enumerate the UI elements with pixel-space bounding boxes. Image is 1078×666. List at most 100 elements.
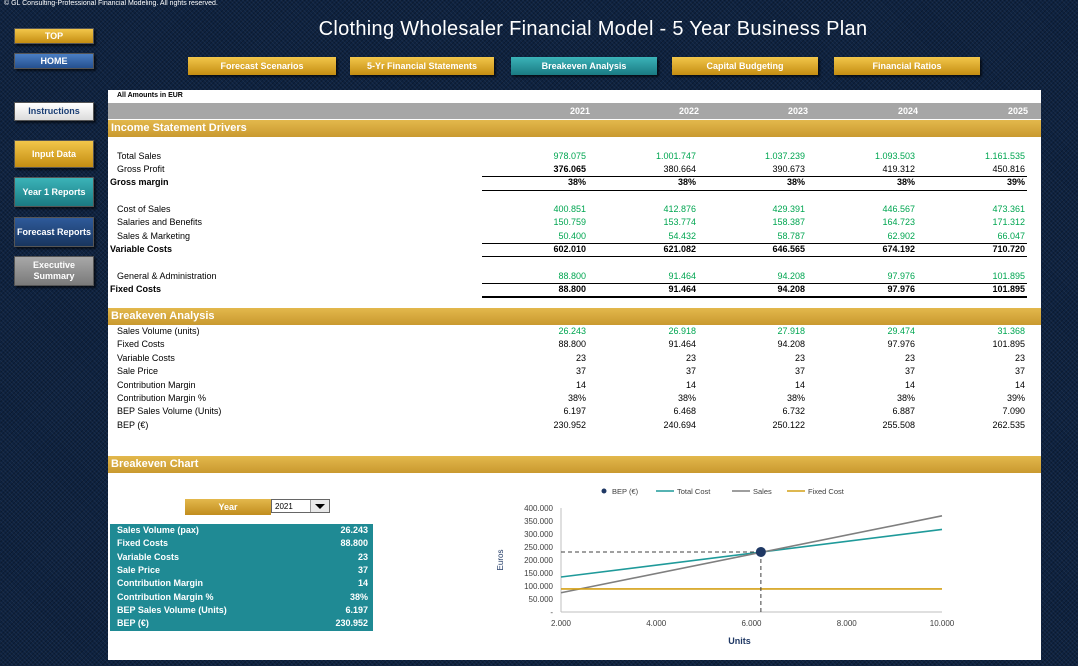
cell: 419.312 bbox=[882, 164, 915, 174]
series-line-sales bbox=[560, 515, 943, 594]
divider bbox=[482, 190, 1027, 191]
cell: 250.122 bbox=[772, 419, 805, 430]
cell: 27.918 bbox=[777, 326, 805, 336]
cell: 91.464 bbox=[668, 339, 696, 350]
breakeven-row: Sales Volume (units) 26.243 26.918 27.918 29… bbox=[108, 325, 1041, 338]
breakeven-row: Contribution Margin % 38% 38% 38% 38% 39% bbox=[108, 392, 1041, 405]
cell: 450.816 bbox=[992, 164, 1025, 174]
y-axis-label: Euros bbox=[496, 550, 505, 571]
cell: 31.368 bbox=[997, 326, 1025, 336]
cell: 97.976 bbox=[887, 339, 915, 350]
cell: 91.464 bbox=[668, 271, 696, 281]
cell: 38% bbox=[567, 393, 586, 403]
row-label: Contribution Margin bbox=[117, 379, 196, 390]
cell: 101.895 bbox=[992, 271, 1025, 281]
cell: 37 bbox=[1014, 366, 1025, 377]
cell: 38% bbox=[567, 177, 586, 187]
y-tick-label: 250.000 bbox=[524, 543, 553, 552]
gross-profit-row: Gross Profit 376.065 380.664 390.673 419… bbox=[108, 163, 1041, 176]
year-header-cell: 2024 bbox=[897, 106, 918, 116]
summary-label: Variable Costs bbox=[117, 551, 180, 562]
cell: 390.673 bbox=[772, 164, 805, 174]
cell: 101.895 bbox=[992, 339, 1025, 350]
summary-row: BEP (€) 230.952 bbox=[110, 617, 373, 630]
summary-label: Fixed Costs bbox=[117, 538, 169, 549]
cell: 66.047 bbox=[997, 231, 1025, 241]
row-label: BEP (€) bbox=[117, 419, 149, 430]
cell: 6.887 bbox=[892, 406, 915, 417]
year-header-cell: 2025 bbox=[1007, 106, 1028, 116]
breakeven-row: BEP (€) 230.952 240.694 250.122 255.508 262.5… bbox=[108, 419, 1041, 432]
cell: 37 bbox=[904, 366, 915, 377]
cell: 37 bbox=[794, 366, 805, 377]
cell: 54.432 bbox=[668, 231, 696, 241]
chevron-down-icon[interactable] bbox=[310, 500, 329, 512]
summary-label: Sale Price bbox=[117, 564, 161, 575]
year1-reports-button[interactable]: Year 1 Reports bbox=[14, 177, 94, 207]
amounts-label: All Amounts in EUR bbox=[117, 92, 183, 99]
summary-value: 88.800 bbox=[340, 538, 368, 549]
y-tick-label: 150.000 bbox=[524, 569, 553, 578]
breakeven-row: Variable Costs 23 23 23 23 23 bbox=[108, 352, 1041, 365]
cell: 429.391 bbox=[772, 204, 805, 214]
cell: 38% bbox=[896, 177, 915, 187]
legend-label: Total Cost bbox=[677, 487, 711, 496]
divider bbox=[482, 296, 1027, 298]
series-line-total-cost bbox=[560, 528, 943, 578]
breakeven-section-header: Breakeven Analysis bbox=[108, 308, 1041, 325]
salaries-row: Salaries and Benefits 150.759 153.774 15… bbox=[108, 216, 1041, 229]
executive-summary-button[interactable]: Executive Summary bbox=[14, 256, 94, 286]
x-tick-label: 10.000 bbox=[930, 619, 955, 628]
legend-label: BEP (€) bbox=[612, 487, 639, 496]
divider bbox=[482, 256, 1027, 257]
cell: 88.800 bbox=[558, 284, 586, 294]
cell: 1.037.239 bbox=[764, 151, 805, 161]
instructions-button[interactable]: Instructions bbox=[14, 102, 94, 121]
financial-statements-button[interactable]: 5-Yr Financial Statements bbox=[350, 57, 494, 75]
year-header: 2021 2022 2023 2024 2025 bbox=[108, 103, 1041, 119]
cell: 23 bbox=[1014, 352, 1025, 363]
fixed-costs-row: Fixed Costs 88.800 91.464 94.208 97.976 … bbox=[108, 283, 1041, 296]
year-header-cell: 2022 bbox=[678, 106, 699, 116]
cell: 376.065 bbox=[553, 164, 586, 174]
cell: 1.161.535 bbox=[984, 151, 1025, 161]
cell: 101.895 bbox=[992, 284, 1025, 294]
summary-label: Contribution Margin bbox=[117, 578, 203, 589]
cell: 255.508 bbox=[882, 419, 915, 430]
x-tick-label: 8.000 bbox=[837, 619, 858, 628]
input-data-button[interactable]: Input Data bbox=[14, 140, 94, 168]
cell: 38% bbox=[677, 393, 696, 403]
copyright-notice: © GL Consulting-Professional Financial M… bbox=[4, 0, 218, 7]
cell: 150.759 bbox=[553, 217, 586, 227]
cell: 23 bbox=[794, 352, 805, 363]
cell: 158.387 bbox=[772, 217, 805, 227]
cell: 38% bbox=[896, 393, 915, 403]
top-button[interactable]: TOP bbox=[14, 28, 94, 44]
cell: 164.723 bbox=[882, 217, 915, 227]
income-section-header: Income Statement Drivers bbox=[108, 120, 1041, 137]
breakeven-row: BEP Sales Volume (Units) 6.197 6.468 6.732 6… bbox=[108, 405, 1041, 418]
row-label: Sale Price bbox=[117, 366, 159, 377]
year-label: Year bbox=[185, 499, 271, 515]
row-label: Variable Costs bbox=[110, 244, 173, 254]
home-button[interactable]: HOME bbox=[14, 53, 94, 69]
row-label: Total Sales bbox=[117, 151, 162, 161]
gen-admin-row: General & Administration 88.800 91.464 9… bbox=[108, 270, 1041, 283]
capital-budgeting-button[interactable]: Capital Budgeting bbox=[672, 57, 818, 75]
breakeven-analysis-button[interactable]: Breakeven Analysis bbox=[511, 57, 657, 75]
cell: 62.902 bbox=[887, 231, 915, 241]
row-label: Fixed Costs bbox=[110, 284, 162, 294]
cell: 710.720 bbox=[992, 244, 1025, 254]
cell: 400.851 bbox=[553, 204, 586, 214]
row-label: Salaries and Benefits bbox=[117, 217, 203, 227]
cell: 171.312 bbox=[992, 217, 1025, 227]
year-dropdown[interactable]: 2021 bbox=[271, 499, 330, 513]
financial-ratios-button[interactable]: Financial Ratios bbox=[834, 57, 980, 75]
forecast-reports-button[interactable]: Forecast Reports bbox=[14, 217, 94, 247]
year-selector: Year 2021 bbox=[185, 499, 332, 515]
cell: 1.093.503 bbox=[874, 151, 915, 161]
forecast-scenarios-button[interactable]: Forecast Scenarios bbox=[188, 57, 336, 75]
row-label: Sales Volume (units) bbox=[117, 326, 200, 336]
cell: 646.565 bbox=[772, 244, 805, 254]
row-label: Sales & Marketing bbox=[117, 231, 191, 241]
